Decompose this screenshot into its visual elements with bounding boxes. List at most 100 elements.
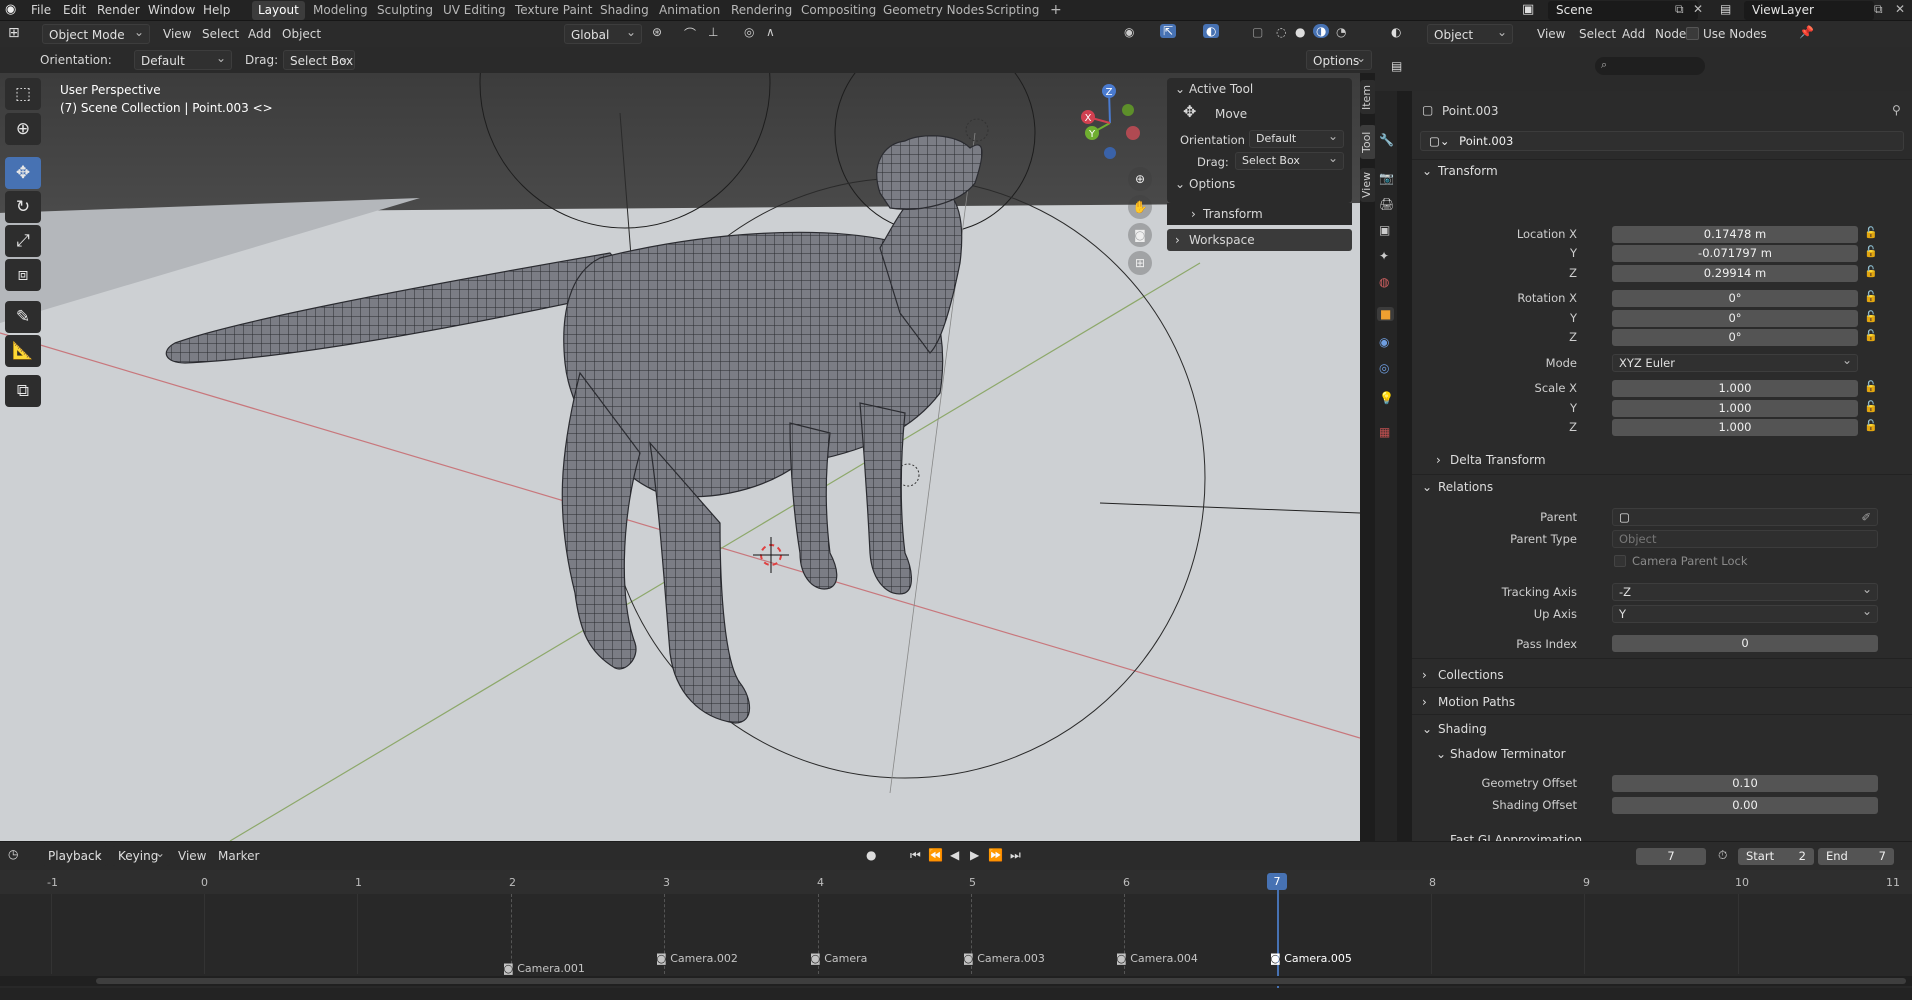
prev-keyframe-icon[interactable]: ⏪ bbox=[928, 848, 943, 862]
lock-scale-y-icon[interactable]: 🔓 bbox=[1864, 400, 1878, 413]
rotate-tool-button[interactable]: ↻ bbox=[5, 191, 41, 223]
fast-gi-chevron[interactable]: ⌄ bbox=[1436, 831, 1446, 841]
node-menu-select[interactable]: Select bbox=[1579, 26, 1616, 42]
menu-edit[interactable]: Edit bbox=[60, 2, 89, 19]
workspace-panel[interactable]: › Workspace bbox=[1167, 229, 1352, 251]
gizmo-neg-z[interactable] bbox=[1104, 147, 1116, 159]
lock-rotation-x-icon[interactable]: 🔓 bbox=[1864, 290, 1878, 303]
tab-scripting[interactable]: Scripting bbox=[980, 1, 1045, 20]
delete-scene-icon[interactable]: ✕ bbox=[1693, 2, 1703, 16]
lock-scale-z-icon[interactable]: 🔓 bbox=[1864, 419, 1878, 432]
use-nodes-checkbox[interactable] bbox=[1686, 27, 1699, 40]
timeline-menu-marker[interactable]: Marker bbox=[218, 848, 259, 864]
solid-shading-icon[interactable]: ● bbox=[1295, 25, 1305, 39]
tab-view[interactable]: View bbox=[1360, 168, 1376, 202]
snap-target-icon[interactable]: ⊥ bbox=[708, 25, 718, 39]
tab-modeling[interactable]: Modeling bbox=[307, 1, 374, 20]
start-frame-field[interactable]: Start 2 bbox=[1738, 848, 1814, 865]
delta-chevron[interactable]: › bbox=[1436, 451, 1441, 469]
tab-layout[interactable]: Layout bbox=[252, 1, 305, 20]
scale-y-field[interactable]: 1.000 bbox=[1612, 400, 1858, 417]
measure-tool-button[interactable]: 📐 bbox=[5, 335, 41, 367]
geometry-offset-field[interactable]: 0.10 bbox=[1612, 775, 1878, 792]
active-tool-title[interactable]: Active Tool bbox=[1189, 81, 1253, 97]
drag-dropdown[interactable]: Select Box bbox=[283, 50, 355, 70]
record-icon[interactable]: ● bbox=[866, 848, 876, 862]
delete-view-layer-icon[interactable]: ✕ bbox=[1895, 2, 1905, 16]
blender-logo-icon[interactable]: ◉ bbox=[5, 2, 16, 17]
tab-animation[interactable]: Animation bbox=[653, 1, 726, 20]
delta-transform-title[interactable]: Delta Transform bbox=[1450, 451, 1546, 469]
relations-section-title[interactable]: Relations bbox=[1438, 478, 1493, 496]
rendered-shading-icon[interactable]: ◔ bbox=[1336, 25, 1346, 39]
playback-menu[interactable]: Playback bbox=[42, 846, 108, 866]
play-reverse-icon[interactable]: ◀ bbox=[950, 848, 959, 862]
wireframe-shading-icon[interactable]: ◌ bbox=[1276, 25, 1286, 39]
object-type-dropdown[interactable]: Object bbox=[1427, 24, 1513, 44]
node-menu-add[interactable]: Add bbox=[1622, 26, 1645, 42]
stopwatch-icon[interactable]: ⏱ bbox=[1718, 848, 1727, 863]
pass-index-field[interactable]: 0 bbox=[1612, 635, 1878, 652]
menu-view[interactable]: View bbox=[163, 26, 191, 42]
tab-sculpting[interactable]: Sculpting bbox=[371, 1, 439, 20]
shading-chevron[interactable]: ⌄ bbox=[1422, 720, 1432, 738]
visibility-icon[interactable]: ◉ bbox=[1124, 25, 1134, 39]
transform-orientation-dropdown[interactable]: Global bbox=[564, 24, 642, 44]
rotation-mode-dropdown[interactable]: XYZ Euler bbox=[1612, 354, 1858, 372]
tab-texture-paint[interactable]: Texture Paint bbox=[509, 1, 598, 20]
keying-menu[interactable]: Keying bbox=[112, 846, 170, 866]
lock-location-z-icon[interactable]: 🔓 bbox=[1864, 265, 1878, 278]
pin-icon[interactable]: 📌 bbox=[1799, 25, 1814, 39]
transform-section-title[interactable]: Transform bbox=[1438, 162, 1498, 180]
render-tab-icon[interactable]: 📷 bbox=[1379, 171, 1394, 185]
falloff-icon[interactable]: ∧ bbox=[766, 25, 775, 39]
scale-x-field[interactable]: 1.000 bbox=[1612, 380, 1858, 397]
rotation-x-field[interactable]: 0° bbox=[1612, 290, 1858, 307]
cursor-tool-button[interactable]: ⊕ bbox=[5, 113, 41, 145]
tab-geometry-nodes[interactable]: Geometry Nodes bbox=[877, 1, 990, 20]
add-workspace-button[interactable]: + bbox=[1044, 1, 1068, 20]
shading-offset-field[interactable]: 0.00 bbox=[1612, 797, 1878, 814]
camera-marker-1[interactable]: ◙ Camera.001 bbox=[503, 962, 585, 975]
menu-add[interactable]: Add bbox=[248, 26, 271, 42]
camera-view-icon[interactable]: ◙ bbox=[1128, 223, 1152, 247]
new-view-layer-icon[interactable]: ⧉ bbox=[1874, 2, 1883, 17]
menu-select[interactable]: Select bbox=[202, 26, 239, 42]
transform-chevron[interactable]: ⌄ bbox=[1422, 162, 1432, 180]
fast-gi-section[interactable]: Fast GI Approximation bbox=[1450, 831, 1582, 841]
mode-dropdown[interactable]: Object Mode bbox=[42, 24, 150, 44]
parent-field[interactable]: ▢ ✐ bbox=[1612, 508, 1878, 526]
scene-icon[interactable]: ▣ bbox=[1522, 2, 1534, 17]
eyedropper-icon[interactable]: ✐ bbox=[1861, 509, 1871, 526]
select-box-tool-button[interactable]: ⬚ bbox=[5, 78, 41, 110]
object-tab-icon[interactable]: ■ bbox=[1377, 307, 1395, 321]
collections-chevron[interactable]: › bbox=[1422, 666, 1427, 684]
tracking-axis-dropdown[interactable]: -Z bbox=[1612, 583, 1878, 601]
up-axis-dropdown[interactable]: Y bbox=[1612, 605, 1878, 623]
scene-tab-icon[interactable]: ✦ bbox=[1379, 249, 1389, 263]
rotation-z-field[interactable]: 0° bbox=[1612, 329, 1858, 346]
tool-tab-icon[interactable]: 🔧 bbox=[1379, 133, 1394, 147]
object-name-field[interactable]: ▢⌄ Point.003 bbox=[1420, 131, 1904, 151]
npanel-orientation-dropdown[interactable]: Default bbox=[1249, 130, 1344, 148]
transform-tool-button[interactable]: ⧈ bbox=[5, 259, 41, 291]
rotation-y-field[interactable]: 0° bbox=[1612, 310, 1858, 327]
relations-chevron[interactable]: ⌄ bbox=[1422, 478, 1432, 496]
gizmo-neg-y[interactable] bbox=[1122, 104, 1134, 116]
active-tool-expand-icon[interactable]: ⌄ bbox=[1175, 81, 1185, 97]
properties-editor-icon[interactable]: ▤ bbox=[1391, 59, 1402, 73]
camera-parent-lock-checkbox[interactable] bbox=[1614, 555, 1626, 567]
tab-shading[interactable]: Shading bbox=[594, 1, 655, 20]
pan-hand-icon[interactable]: ✋ bbox=[1128, 195, 1152, 219]
motion-paths-section[interactable]: Motion Paths bbox=[1438, 693, 1515, 711]
camera-marker-6[interactable]: ◙ Camera.005 bbox=[1270, 952, 1352, 965]
play-icon[interactable]: ▶ bbox=[970, 848, 979, 862]
material-shading-icon[interactable]: ◑ bbox=[1313, 24, 1330, 38]
timeline-editor-icon[interactable]: ◷ bbox=[8, 847, 18, 861]
world-tab-icon[interactable]: ◍ bbox=[1379, 275, 1389, 289]
new-scene-icon[interactable]: ⧉ bbox=[1675, 2, 1684, 17]
texture-tab-icon[interactable]: ▦ bbox=[1379, 425, 1390, 439]
annotate-tool-button[interactable]: ✎ bbox=[5, 301, 41, 333]
playhead-frame[interactable]: 7 bbox=[1267, 873, 1287, 890]
shadow-terminator-chevron[interactable]: ⌄ bbox=[1436, 745, 1446, 763]
